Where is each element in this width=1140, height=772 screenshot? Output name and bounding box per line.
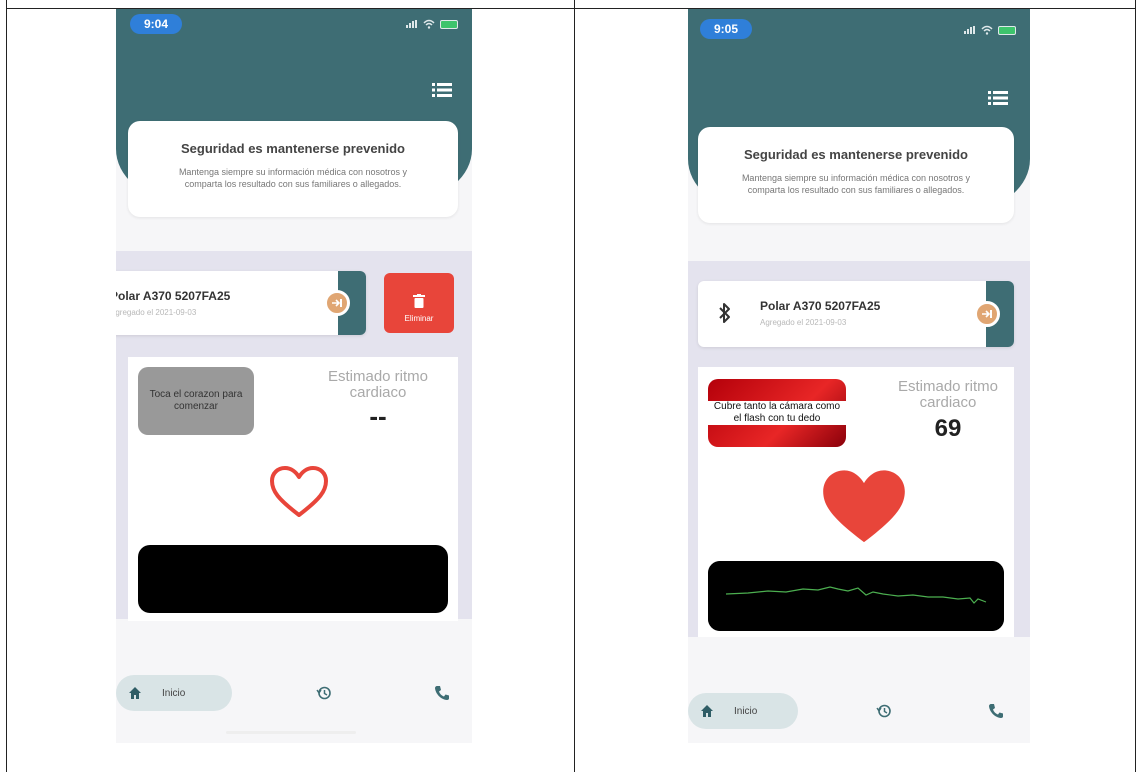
trash-icon — [413, 293, 425, 308]
info-card: Seguridad es mantenerse prevenido Manten… — [698, 127, 1014, 223]
wifi-icon — [423, 19, 435, 29]
phone-screen-measuring: 9:05 Seguridad es mantenerse prevenido M… — [688, 9, 1030, 743]
phone-icon[interactable] — [988, 703, 1004, 719]
start-measure-button[interactable]: Toca el corazon para comenzar — [138, 367, 254, 435]
info-title: Seguridad es mantenerse prevenido — [181, 141, 405, 156]
device-row[interactable]: Polar A370 5207FA25 Agregado el 2021-09-… — [698, 281, 1014, 347]
nav-home-label: Inicio — [162, 687, 186, 699]
device-name: Polar A370 5207FA25 — [760, 299, 881, 313]
heart-rate-card: Cubre tanto la cámara como el flash con … — [698, 367, 1014, 637]
nav-home-label: Inicio — [734, 705, 758, 717]
bottom-nav: Inicio — [688, 637, 1030, 743]
nav-home[interactable]: Inicio — [688, 693, 798, 729]
heart-rate-card: Toca el corazon para comenzar Estimado r… — [128, 357, 458, 621]
device-date: Agregado el 2021-09-03 — [116, 308, 197, 317]
heart-filled-icon[interactable] — [820, 469, 908, 545]
pulse-graph — [708, 561, 1004, 631]
heart-rate-value: 69 — [934, 415, 962, 442]
info-card: Seguridad es mantenerse prevenido Manten… — [128, 121, 458, 217]
table-column-divider — [574, 0, 575, 772]
estimate-label: Estimado ritmo cardiaco — [897, 378, 999, 411]
delete-button[interactable]: Eliminar — [384, 273, 454, 333]
battery-icon — [440, 19, 458, 29]
bluetooth-icon — [719, 303, 730, 323]
status-icons — [406, 19, 458, 29]
heart-outline-icon[interactable] — [268, 465, 330, 519]
info-title: Seguridad es mantenerse prevenido — [744, 147, 968, 162]
info-body: Mantenga siempre su información médica c… — [741, 173, 971, 195]
signal-icon — [406, 20, 418, 28]
start-measure-button[interactable]: Cubre tanto la cámara como el flash con … — [708, 379, 846, 447]
history-icon[interactable] — [316, 685, 332, 701]
exit-icon[interactable] — [324, 290, 350, 316]
heart-rate-value: -- — [369, 401, 387, 431]
wifi-icon — [981, 25, 993, 35]
nav-home[interactable]: Inicio — [116, 675, 232, 711]
status-time: 9:04 — [130, 14, 182, 34]
device-name: Polar A370 5207FA25 — [116, 289, 231, 303]
status-icons — [964, 25, 1016, 35]
start-measure-label: Cubre tanto la cámara como el flash con … — [708, 401, 846, 425]
list-icon[interactable] — [988, 91, 1008, 105]
signal-icon — [964, 26, 976, 34]
estimate-label: Estimado ritmo cardiaco — [327, 368, 429, 401]
home-indicator — [226, 731, 356, 734]
list-icon[interactable] — [432, 83, 452, 97]
home-icon — [701, 705, 713, 717]
pulse-graph — [138, 545, 448, 613]
delete-label: Eliminar — [404, 313, 434, 323]
exit-icon[interactable] — [974, 301, 1000, 327]
phone-icon[interactable] — [434, 685, 450, 701]
bottom-nav: Inicio — [116, 621, 472, 743]
history-icon[interactable] — [876, 703, 892, 719]
device-row[interactable]: Polar A370 5207FA25 Agregado el 2021-09-… — [116, 271, 366, 335]
battery-icon — [998, 25, 1016, 35]
status-time: 9:05 — [700, 19, 752, 39]
home-icon — [129, 687, 141, 699]
device-date: Agregado el 2021-09-03 — [760, 318, 847, 327]
phone-screen-idle: 9:04 Seguridad es mantenerse prevenido M… — [116, 9, 472, 743]
info-body: Mantenga siempre su información médica c… — [178, 167, 408, 189]
